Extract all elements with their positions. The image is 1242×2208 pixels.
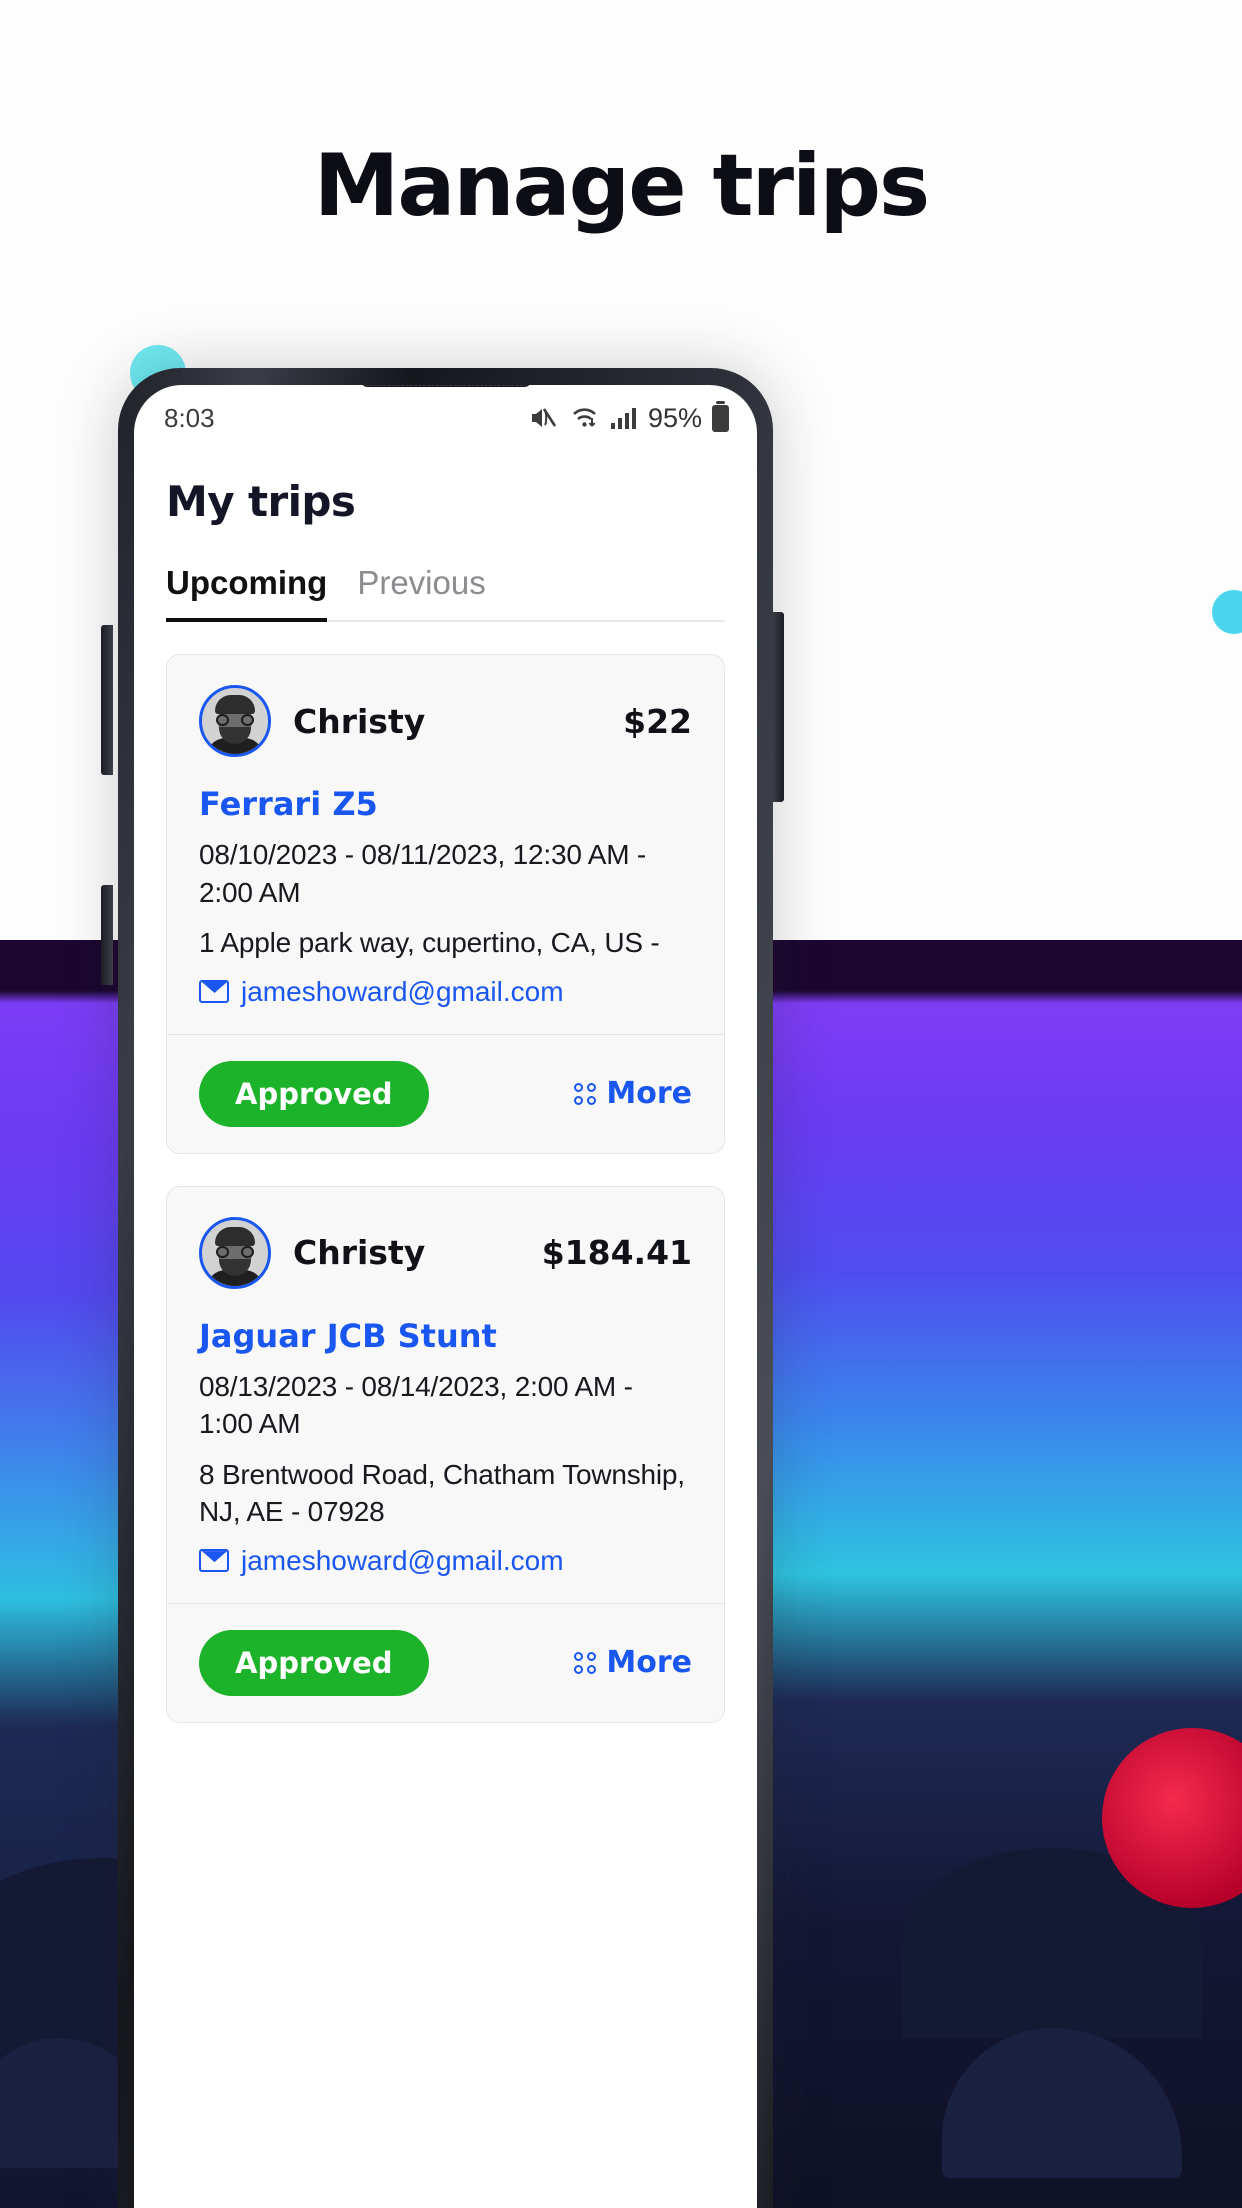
trip-price: $184.41 bbox=[541, 1233, 692, 1273]
trip-card[interactable]: Christy $184.41 Jaguar JCB Stunt 08/13/2… bbox=[166, 1185, 725, 1723]
trip-address: 1 Apple park way, cupertino, CA, US - bbox=[199, 927, 660, 959]
more-label: More bbox=[606, 1076, 692, 1112]
phone-volume-up-button bbox=[101, 625, 113, 775]
trip-price: $22 bbox=[623, 701, 692, 741]
more-button[interactable]: More bbox=[574, 1076, 692, 1111]
trip-vehicle-link[interactable]: Ferrari Z5 bbox=[199, 785, 692, 823]
trip-owner-name: Christy bbox=[293, 701, 426, 741]
app-content: My trips Upcoming Previous Christy $22 F… bbox=[134, 477, 757, 1723]
battery-percent-label: 95% bbox=[647, 402, 702, 433]
page-title: Manage trips bbox=[313, 136, 930, 236]
earpiece-speaker-icon bbox=[360, 385, 531, 387]
tab-bar: Upcoming Previous bbox=[166, 564, 725, 622]
trip-card-footer: Approved More bbox=[167, 1033, 724, 1153]
phone-mockup: 8:03 95% My trips Upcoming Previous Chri… bbox=[118, 368, 773, 2208]
decorative-dot-right bbox=[1212, 590, 1242, 634]
screen-title: My trips bbox=[166, 477, 356, 526]
avatar bbox=[199, 1216, 271, 1289]
trip-vehicle-link[interactable]: Jaguar JCB Stunt bbox=[199, 1317, 692, 1355]
trip-email[interactable]: jameshoward@gmail.com bbox=[241, 1545, 564, 1577]
more-label: More bbox=[606, 1645, 692, 1681]
trip-card-body: Christy $184.41 Jaguar JCB Stunt 08/13/2… bbox=[167, 1187, 724, 1603]
trip-owner-name: Christy bbox=[293, 1233, 426, 1273]
trip-email-row[interactable]: jameshoward@gmail.com bbox=[199, 1545, 692, 1577]
signal-icon bbox=[610, 408, 636, 429]
trip-dates: 08/13/2023 - 08/14/2023, 2:00 AM - 1:00 … bbox=[199, 1370, 633, 1440]
status-bar-clock: 8:03 bbox=[164, 402, 215, 433]
tab-previous[interactable]: Previous bbox=[357, 564, 485, 620]
wifi-icon bbox=[573, 408, 596, 427]
status-bar: 8:03 95% bbox=[134, 385, 757, 451]
trip-card-body: Christy $22 Ferrari Z5 08/10/2023 - 08/1… bbox=[167, 655, 724, 1034]
phone-power-button bbox=[772, 612, 784, 802]
status-badge-approved[interactable]: Approved bbox=[199, 1060, 429, 1127]
trip-address: 8 Brentwood Road, Chatham Township, NJ, … bbox=[199, 1458, 685, 1528]
trip-dates: 08/10/2023 - 08/11/2023, 12:30 AM - 2:00… bbox=[199, 839, 647, 908]
trip-email[interactable]: jameshoward@gmail.com bbox=[241, 976, 564, 1008]
trip-card-footer: Approved More bbox=[167, 1602, 724, 1722]
grid-dots-icon bbox=[574, 1651, 597, 1674]
envelope-icon bbox=[199, 1549, 229, 1573]
more-button[interactable]: More bbox=[574, 1645, 692, 1680]
trip-email-row[interactable]: jameshoward@gmail.com bbox=[199, 976, 692, 1008]
battery-icon bbox=[712, 400, 729, 432]
phone-volume-down-button bbox=[101, 885, 113, 985]
mute-icon bbox=[531, 408, 557, 427]
tab-upcoming[interactable]: Upcoming bbox=[166, 564, 328, 622]
avatar bbox=[199, 685, 271, 757]
grid-dots-icon bbox=[574, 1082, 597, 1105]
status-badge-approved[interactable]: Approved bbox=[199, 1629, 429, 1696]
trip-card[interactable]: Christy $22 Ferrari Z5 08/10/2023 - 08/1… bbox=[166, 654, 725, 1154]
phone-screen: 8:03 95% My trips Upcoming Previous Chri… bbox=[134, 385, 757, 2208]
envelope-icon bbox=[199, 980, 229, 1004]
